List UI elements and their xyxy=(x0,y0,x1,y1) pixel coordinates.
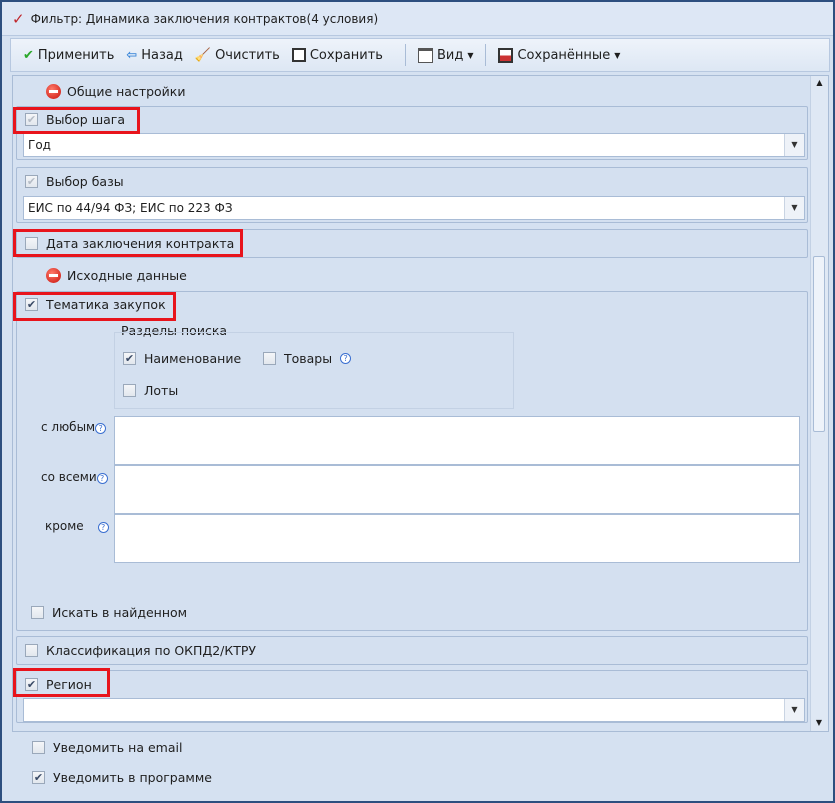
region-select[interactable]: ▼ xyxy=(23,698,805,722)
section-source[interactable]: Исходные данные xyxy=(46,268,187,283)
dropdown-arrow-icon[interactable]: ▼ xyxy=(784,197,804,219)
scroll-up-icon[interactable]: ▲ xyxy=(811,78,828,87)
highlight-box xyxy=(13,292,176,321)
collapse-icon xyxy=(46,268,61,283)
help-icon[interactable]: ? xyxy=(340,353,352,364)
highlight-box xyxy=(13,229,243,257)
checkbox-icon: ✔ xyxy=(25,175,38,188)
topic-group: ✔ Тематика закупок Разделы поиска ✔ Наимен… xyxy=(16,291,808,631)
except-label: кроме? xyxy=(45,519,109,533)
all-words-input[interactable] xyxy=(114,465,800,514)
window-title: Фильтр: Динамика заключения контрактов(4… xyxy=(30,11,379,26)
base-checkbox[interactable]: ✔ Выбор базы xyxy=(25,174,124,189)
help-icon[interactable]: ? xyxy=(95,423,107,434)
checkbox-icon xyxy=(263,352,276,365)
highlight-box xyxy=(13,107,140,134)
caret-down-icon: ▼ xyxy=(614,50,621,60)
step-select[interactable]: Год ▼ xyxy=(23,133,805,157)
broom-icon: 🧹 xyxy=(194,47,212,63)
name-checkbox[interactable]: ✔ Наименование xyxy=(123,351,241,366)
apply-button[interactable]: ✔ Применить xyxy=(19,48,118,63)
scroll-thumb[interactable] xyxy=(813,256,825,432)
checkbox-icon xyxy=(31,606,44,619)
search-in-found-checkbox[interactable]: Искать в найденном xyxy=(31,605,187,620)
saved-dropdown[interactable]: Сохранённые ▼ xyxy=(494,47,624,63)
except-words-input[interactable] xyxy=(114,514,800,563)
arrow-left-icon: ⇦ xyxy=(126,47,138,63)
toolbar-separator xyxy=(485,44,487,66)
checkbox-icon: ✔ xyxy=(123,352,136,365)
dropdown-arrow-icon[interactable]: ▼ xyxy=(784,134,804,156)
notify-program-checkbox[interactable]: ✔ Уведомить в программе xyxy=(32,770,212,785)
help-icon[interactable]: ? xyxy=(97,522,109,533)
floppy-disk-icon xyxy=(291,48,306,62)
base-select[interactable]: ЕИС по 44/94 ФЗ; ЕИС по 223 ФЗ ▼ xyxy=(23,196,805,220)
lots-checkbox[interactable]: Лоты xyxy=(123,383,178,398)
checkmark-icon: ✔ xyxy=(23,47,34,63)
save-button[interactable]: Сохранить xyxy=(288,48,387,63)
okpd-group: Классификация по ОКПД2/КТРУ xyxy=(16,636,808,665)
view-dropdown[interactable]: Вид ▼ xyxy=(414,47,478,63)
caret-down-icon: ▼ xyxy=(467,50,474,60)
section-general[interactable]: Общие настройки xyxy=(46,84,185,99)
region-group: ✔ Регион ▼ xyxy=(16,670,808,723)
base-group: ✔ Выбор базы ЕИС по 44/94 ФЗ; ЕИС по 223 … xyxy=(16,167,808,223)
filter-panel: Общие настройки ✔ Выбор шага Год ▼ ✔ Выбор … xyxy=(12,75,829,732)
notify-email-checkbox[interactable]: Уведомить на email xyxy=(32,740,182,755)
okpd-checkbox[interactable]: Классификация по ОКПД2/КТРУ xyxy=(25,643,256,658)
app-logo-icon: ✓ xyxy=(12,9,25,28)
back-button[interactable]: ⇦ Назад xyxy=(122,48,187,63)
scroll-down-icon[interactable]: ▼ xyxy=(811,718,827,727)
checkbox-icon xyxy=(32,741,45,754)
any-words-input[interactable] xyxy=(114,416,800,465)
all-label: со всеми? xyxy=(41,470,108,484)
dropdown-arrow-icon[interactable]: ▼ xyxy=(784,699,804,721)
collapse-icon xyxy=(46,84,61,99)
checkbox-icon xyxy=(25,644,38,657)
highlight-box xyxy=(13,668,110,697)
toolbar-separator xyxy=(404,44,406,66)
title-bar: ✓ Фильтр: Динамика заключения контрактов… xyxy=(2,2,833,36)
checkbox-icon: ✔ xyxy=(32,771,45,784)
filter-window: ✓ Фильтр: Динамика заключения контрактов… xyxy=(0,0,835,803)
toolbar: ✔ Применить ⇦ Назад 🧹 Очистить Сохранить Ви… xyxy=(10,38,830,72)
goods-checkbox[interactable]: Товары? xyxy=(263,351,352,366)
any-label: с любым? xyxy=(41,420,107,434)
checkbox-icon xyxy=(123,384,136,397)
vertical-scrollbar[interactable]: ▲ ▼ xyxy=(810,76,828,731)
help-icon[interactable]: ? xyxy=(96,473,108,484)
saved-filters-icon xyxy=(498,47,514,63)
clear-button[interactable]: 🧹 Очистить xyxy=(191,48,284,63)
window-icon xyxy=(417,47,433,63)
